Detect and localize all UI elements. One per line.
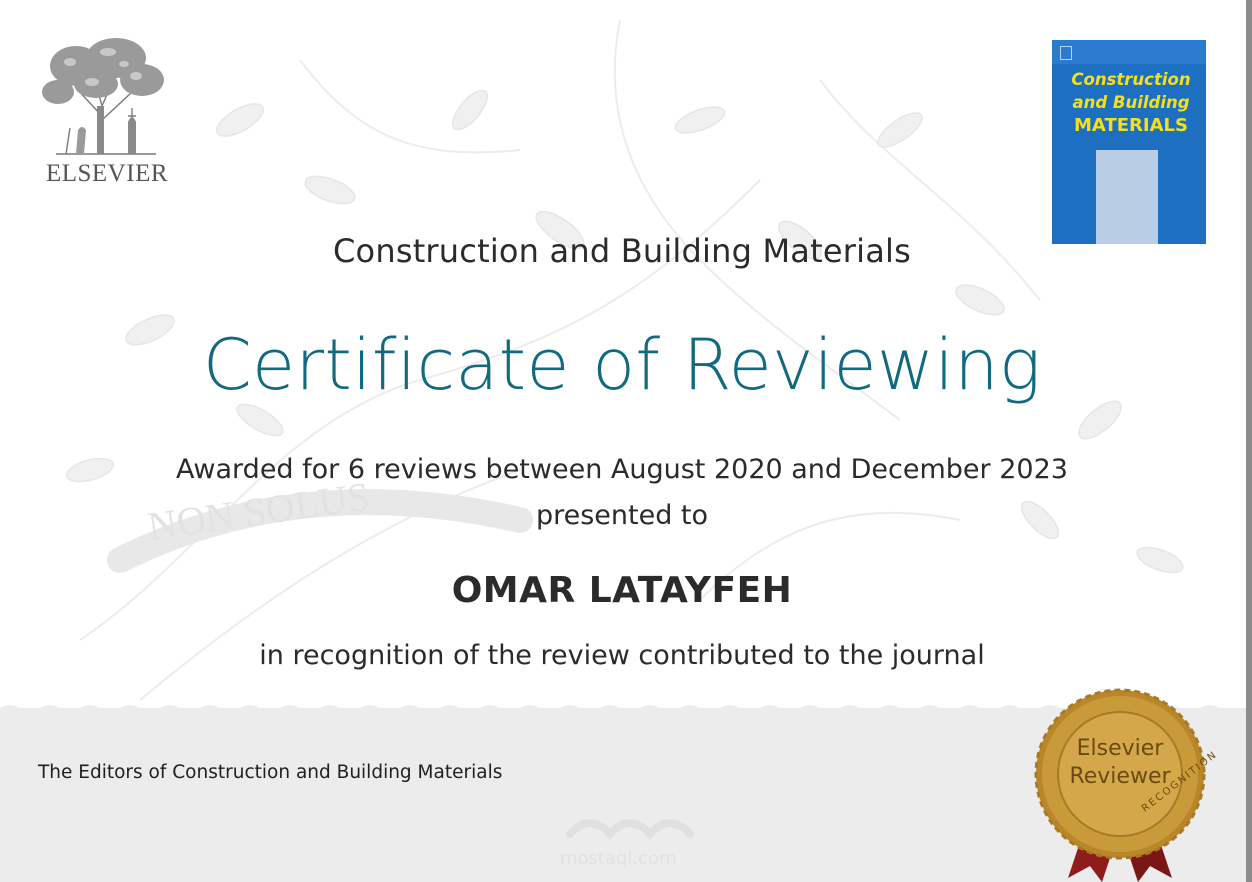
elsevier-logo: ELSEVIER xyxy=(36,36,176,188)
cover-title: Construction and Building MATERIALS xyxy=(1060,68,1202,137)
awarded-line: Awarded for 6 reviews between August 202… xyxy=(176,454,1068,485)
elsevier-tree-icon xyxy=(42,38,164,155)
cover-publisher-mark-icon xyxy=(1060,46,1072,60)
presented-line: presented to xyxy=(535,500,709,531)
cover-title-line3: MATERIALS xyxy=(1074,115,1188,136)
journal-title: Construction and Building Materials xyxy=(333,232,911,270)
mostaql-watermark: mostaql.com xyxy=(560,819,694,869)
recognition-line: in recognition of the review contributed… xyxy=(259,640,985,671)
certificate: NON SOLUS ELSEVIER Construction and Buil… xyxy=(0,0,1252,882)
elsevier-reviewer-seal: Elsevier Reviewer RECOGNITION xyxy=(1028,688,1220,882)
seal-line1: Elsevier xyxy=(1076,736,1164,761)
cover-title-line1: Construction xyxy=(1071,70,1191,89)
recipient-name: OMAR LATAYFEH xyxy=(451,570,793,611)
publisher-name: ELSEVIER xyxy=(45,160,169,187)
certificate-title: Certificate of Reviewing xyxy=(202,324,1042,406)
journal-cover-image: Construction and Building MATERIALS xyxy=(1052,40,1206,244)
mostaql-watermark-text: mostaql.com xyxy=(560,848,677,869)
cover-center-strip xyxy=(1096,150,1158,244)
cover-header-strip xyxy=(1052,40,1206,64)
cover-title-line2: and Building xyxy=(1072,93,1190,112)
editors-signature: The Editors of Construction and Building… xyxy=(38,762,503,783)
